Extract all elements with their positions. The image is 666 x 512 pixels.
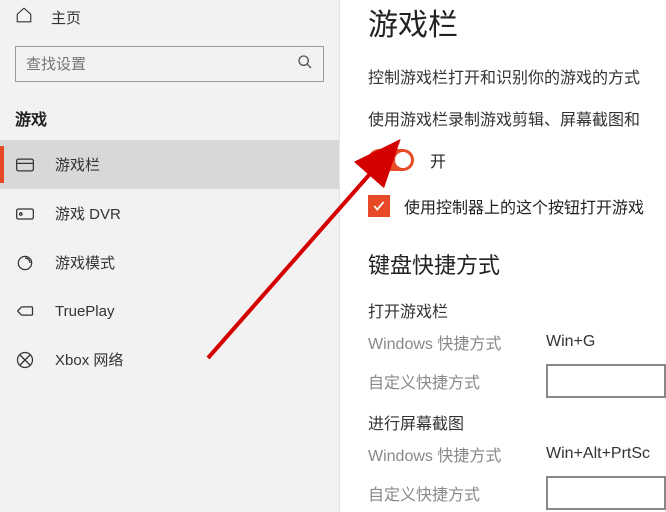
shortcut-row: Windows 快捷方式 Win+G <box>368 330 666 354</box>
page-title: 游戏栏 <box>368 0 666 44</box>
custom-shortcut-label: 自定义快捷方式 <box>368 369 546 393</box>
gamebar-icon <box>15 155 35 175</box>
controller-checkbox[interactable] <box>368 195 390 217</box>
description-2: 使用游戏栏录制游戏剪辑、屏幕截图和 <box>368 106 666 130</box>
dvr-icon <box>15 204 35 224</box>
shortcut-row: 自定义快捷方式 <box>368 476 666 510</box>
sidebar: 主页 游戏 游戏栏 游戏 DVR 游戏模式 TruePlay <box>0 0 340 512</box>
sidebar-item-dvr[interactable]: 游戏 DVR <box>0 189 339 238</box>
windows-shortcut-label: Windows 快捷方式 <box>368 330 546 354</box>
shortcut-row: Windows 快捷方式 Win+Alt+PrtSc <box>368 442 666 466</box>
sidebar-item-label: 游戏模式 <box>55 252 115 273</box>
search-icon <box>297 54 313 75</box>
sidebar-item-gamemode[interactable]: 游戏模式 <box>0 238 339 287</box>
toggle-label: 开 <box>430 148 446 172</box>
sidebar-item-gamebar[interactable]: 游戏栏 <box>0 140 339 189</box>
shortcut-group-1-title: 打开游戏栏 <box>368 298 666 322</box>
custom-shortcut-label: 自定义快捷方式 <box>368 481 546 505</box>
description-1: 控制游戏栏打开和识别你的游戏的方式 <box>368 64 666 88</box>
sidebar-item-label: TruePlay <box>55 303 114 320</box>
sidebar-item-label: Xbox 网络 <box>55 349 123 370</box>
custom-shortcut-input-1[interactable] <box>546 364 666 398</box>
xbox-icon <box>15 350 35 370</box>
search-input-container[interactable] <box>15 46 324 82</box>
home-icon <box>15 6 33 28</box>
sidebar-item-trueplay[interactable]: TruePlay <box>0 287 339 335</box>
sidebar-item-label: 游戏栏 <box>55 154 100 175</box>
toggle-row: 开 <box>368 148 666 172</box>
home-nav[interactable]: 主页 <box>0 0 339 34</box>
shortcuts-heading: 键盘快捷方式 <box>368 248 666 280</box>
shortcut-group-2-title: 进行屏幕截图 <box>368 410 666 434</box>
shortcut-value-1: Win+G <box>546 333 595 351</box>
search-input[interactable] <box>26 56 297 73</box>
checkbox-label: 使用控制器上的这个按钮打开游戏 <box>404 194 644 218</box>
custom-shortcut-input-2[interactable] <box>546 476 666 510</box>
gamemode-icon <box>15 253 35 273</box>
windows-shortcut-label: Windows 快捷方式 <box>368 442 546 466</box>
shortcut-value-2: Win+Alt+PrtSc <box>546 445 650 463</box>
home-label: 主页 <box>51 7 81 28</box>
sidebar-item-xbox[interactable]: Xbox 网络 <box>0 335 339 384</box>
shortcut-row: 自定义快捷方式 <box>368 364 666 398</box>
gamebar-toggle[interactable] <box>368 149 414 171</box>
main-content: 游戏栏 控制游戏栏打开和识别你的游戏的方式 使用游戏栏录制游戏剪辑、屏幕截图和 … <box>340 0 666 512</box>
trueplay-icon <box>15 301 35 321</box>
section-title: 游戏 <box>0 100 339 140</box>
checkbox-row: 使用控制器上的这个按钮打开游戏 <box>368 194 666 218</box>
sidebar-item-label: 游戏 DVR <box>55 203 121 224</box>
